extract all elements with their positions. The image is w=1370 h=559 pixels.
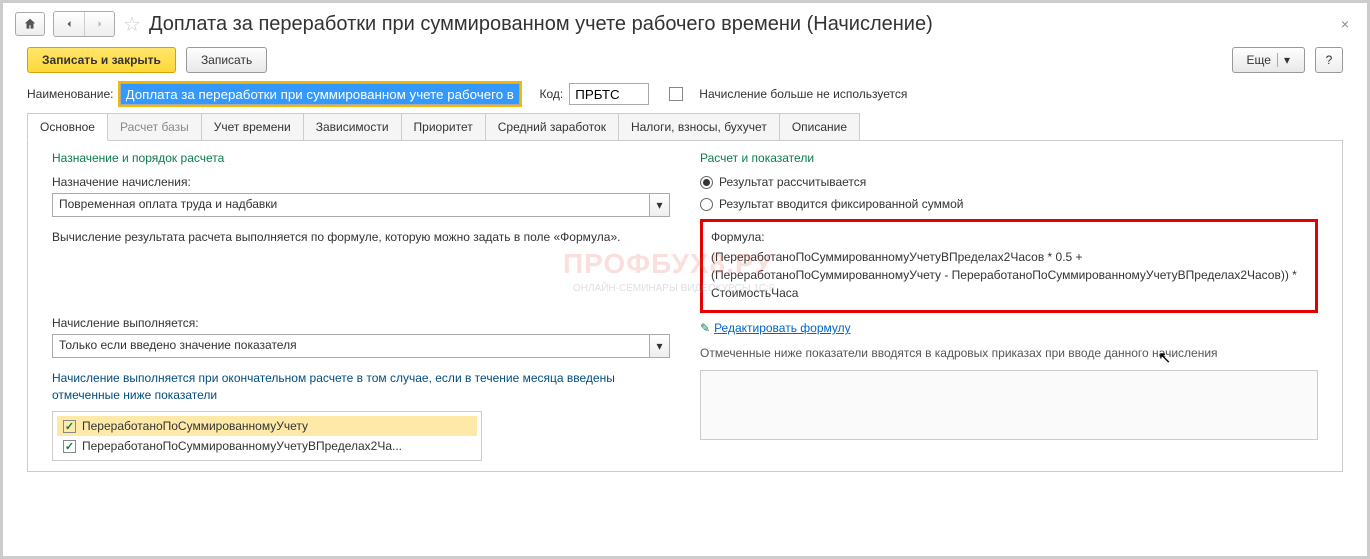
formula-label: Формула: xyxy=(711,230,1307,244)
indicator-row-1[interactable]: ✓ ПереработаноПоСуммированномуУчетуВПред… xyxy=(57,436,477,456)
formula-box: Формула: (ПереработаноПоСуммированномуУч… xyxy=(700,219,1318,313)
not-used-checkbox[interactable] xyxy=(669,87,683,101)
left-section-title: Назначение и порядок расчета xyxy=(52,151,670,165)
indicator-check-1[interactable]: ✓ xyxy=(63,440,76,453)
tab-description[interactable]: Описание xyxy=(779,113,860,140)
exec-label: Начисление выполняется: xyxy=(52,316,670,330)
tab-taxes[interactable]: Налоги, взносы, бухучет xyxy=(618,113,780,140)
save-button[interactable]: Записать xyxy=(186,47,267,73)
radio-fixed[interactable] xyxy=(700,198,713,211)
tab-base[interactable]: Расчет базы xyxy=(107,113,202,140)
edit-formula-link[interactable]: Редактировать формулу xyxy=(714,321,851,335)
purpose-select[interactable]: Повременная оплата труда и надбавки xyxy=(52,193,650,217)
formula-text: (ПереработаноПоСуммированномуУчетуВПреде… xyxy=(711,248,1307,302)
tab-bar: Основное Расчет базы Учет времени Зависи… xyxy=(27,113,1343,141)
radio-calculated-label: Результат рассчитывается xyxy=(719,175,866,189)
name-input[interactable] xyxy=(120,83,520,105)
home-button[interactable] xyxy=(15,12,45,36)
close-button[interactable]: × xyxy=(1335,16,1355,32)
exec-dropdown-button[interactable]: ▾ xyxy=(650,334,670,358)
name-label: Наименование: xyxy=(27,87,114,101)
forward-button[interactable] xyxy=(84,12,114,36)
window-title: Доплата за переработки при суммированном… xyxy=(149,13,933,36)
code-input[interactable] xyxy=(569,83,649,105)
purpose-dropdown-button[interactable]: ▾ xyxy=(650,193,670,217)
back-button[interactable] xyxy=(54,12,84,36)
more-button[interactable]: Еще▾ xyxy=(1232,47,1305,73)
indicators-note: Отмеченные ниже показатели вводятся в ка… xyxy=(700,345,1318,362)
indicator-label-0: ПереработаноПоСуммированномуУчету xyxy=(82,419,308,433)
indicator-row-0[interactable]: ✓ ПереработаноПоСуммированномуУчету xyxy=(57,416,477,436)
indicators-empty-list[interactable] xyxy=(700,370,1318,440)
help-button[interactable]: ? xyxy=(1315,47,1343,73)
code-label: Код: xyxy=(540,87,564,101)
radio-calculated[interactable] xyxy=(700,176,713,189)
tab-average[interactable]: Средний заработок xyxy=(485,113,619,140)
pencil-icon: ✎ xyxy=(700,321,710,335)
favorite-star-icon[interactable]: ☆ xyxy=(123,12,141,37)
tab-priority[interactable]: Приоритет xyxy=(401,113,486,140)
indicator-check-0[interactable]: ✓ xyxy=(63,420,76,433)
not-used-label: Начисление больше не используется xyxy=(699,87,907,101)
exec-select[interactable]: Только если введено значение показателя xyxy=(52,334,650,358)
purpose-label: Назначение начисления: xyxy=(52,175,670,189)
right-section-title: Расчет и показатели xyxy=(700,151,1318,165)
exec-note: Начисление выполняется при окончательном… xyxy=(52,370,670,404)
radio-fixed-label: Результат вводится фиксированной суммой xyxy=(719,197,963,211)
tab-main[interactable]: Основное xyxy=(27,113,108,141)
save-and-close-button[interactable]: Записать и закрыть xyxy=(27,47,176,73)
calc-description: Вычисление результата расчета выполняетс… xyxy=(52,229,670,246)
indicators-list: ✓ ПереработаноПоСуммированномуУчету ✓ Пе… xyxy=(52,411,482,461)
tab-deps[interactable]: Зависимости xyxy=(303,113,402,140)
tab-time[interactable]: Учет времени xyxy=(201,113,304,140)
indicator-label-1: ПереработаноПоСуммированномуУчетуВПредел… xyxy=(82,439,402,453)
